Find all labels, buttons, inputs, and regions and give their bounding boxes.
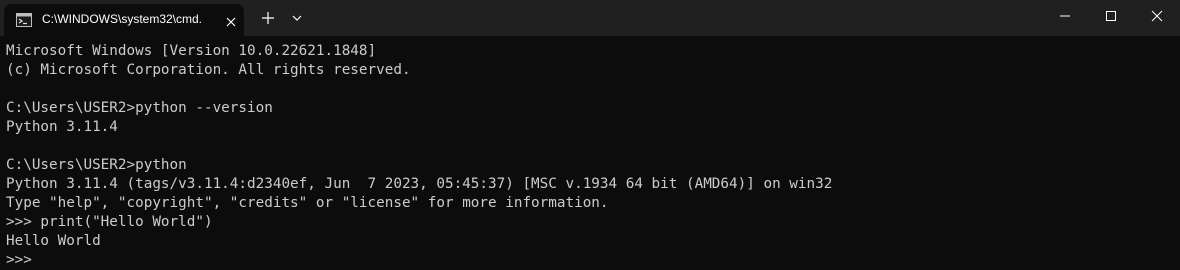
close-icon[interactable] <box>224 14 238 28</box>
terminal-output[interactable]: Microsoft Windows [Version 10.0.22621.18… <box>6 42 832 270</box>
tab-title: C:\WINDOWS\system32\cmd. <box>42 12 203 26</box>
terminal-window: C:\WINDOWS\system32\cmd. Microsoft Windo… <box>0 0 1180 270</box>
title-bar[interactable]: C:\WINDOWS\system32\cmd. <box>0 0 1180 36</box>
terminal-line: C:\Users\USER2>python <box>6 157 187 173</box>
terminal-line: Python 3.11.4 (tags/v3.11.4:d2340ef, Jun… <box>6 176 833 192</box>
cmd-terminal-icon <box>16 12 32 27</box>
terminal-line: C:\Users\USER2>python --version <box>6 100 273 116</box>
terminal-line: Python 3.11.4 <box>6 119 118 135</box>
minimize-button[interactable] <box>1042 0 1088 32</box>
terminal-prompt-line[interactable]: >>> <box>6 251 832 270</box>
chevron-down-icon <box>292 15 302 21</box>
tab-dropdown-button[interactable] <box>287 8 307 28</box>
maximize-icon <box>1106 11 1116 21</box>
minimize-icon <box>1060 15 1070 17</box>
terminal-line: Microsoft Windows [Version 10.0.22621.18… <box>6 43 377 59</box>
terminal-line: (c) Microsoft Corporation. All rights re… <box>6 62 411 78</box>
close-icon <box>1151 10 1163 22</box>
plus-icon <box>262 12 274 24</box>
window-close-button[interactable] <box>1134 0 1180 32</box>
terminal-line: >>> print("Hello World") <box>6 214 213 230</box>
new-tab-button[interactable] <box>258 8 278 28</box>
terminal-line: Type "help", "copyright", "credits" or "… <box>6 195 609 211</box>
terminal-line: Hello World <box>6 233 101 249</box>
maximize-button[interactable] <box>1088 0 1134 32</box>
tab-cmd[interactable]: C:\WINDOWS\system32\cmd. <box>4 4 244 36</box>
